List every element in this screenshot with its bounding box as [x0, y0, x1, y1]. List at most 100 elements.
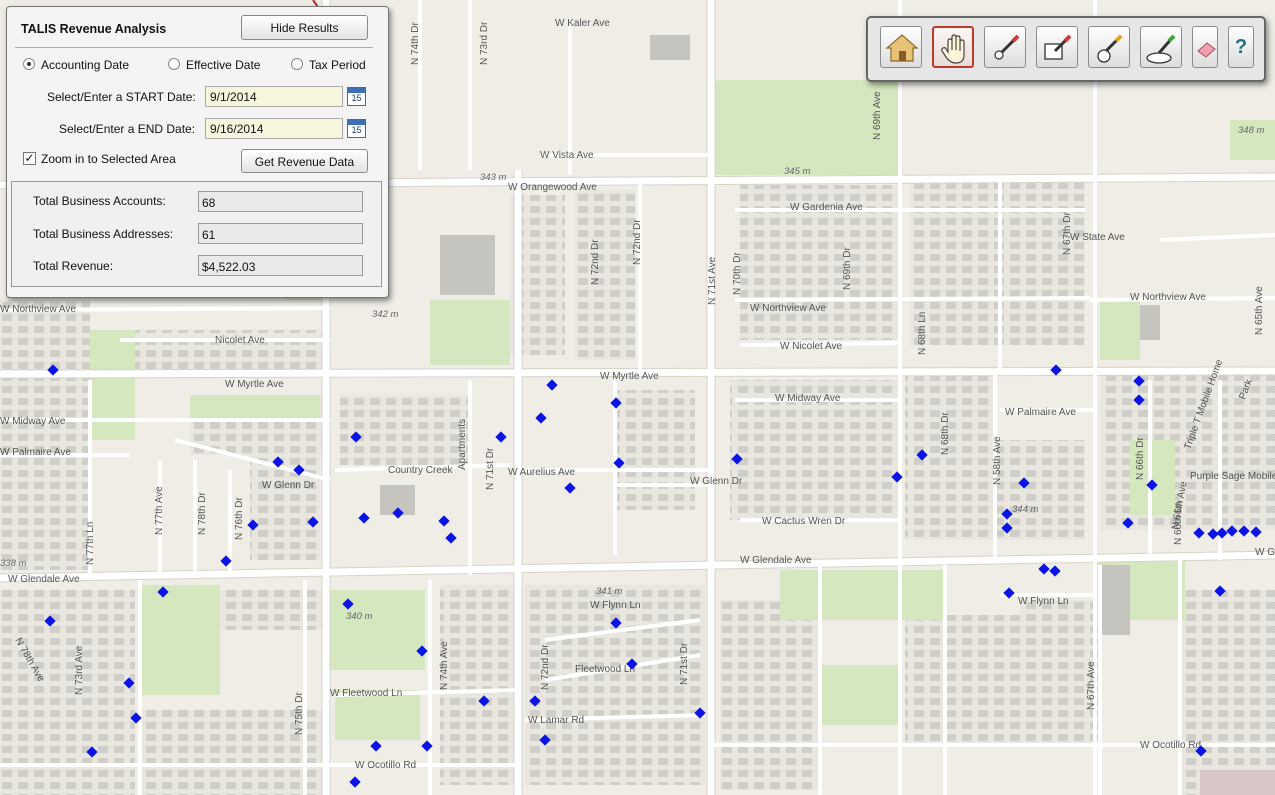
street-label: W Orangewood Ave	[508, 182, 597, 193]
street-label: N 67th Dr	[1062, 212, 1073, 255]
zoom-label: Zoom in to Selected Area	[41, 152, 176, 166]
street-label: W Glendale Ave	[740, 555, 812, 566]
street-label: W Myrtle Ave	[225, 379, 284, 390]
elevation-label: 342 m	[372, 309, 398, 320]
street-label: N 58th Ave	[992, 436, 1003, 485]
street-label: W Lamar Rd	[528, 715, 584, 726]
help-button[interactable]: ?	[1228, 26, 1254, 68]
street-label: N 74th Ave	[439, 641, 450, 690]
elevation-label: 340 m	[346, 611, 372, 622]
street-label: W Flynn Ln	[590, 600, 641, 611]
street-label: N 72nd Dr	[540, 644, 551, 690]
draw-point-button[interactable]	[984, 26, 1026, 68]
street-label: N 71st Dr	[485, 447, 496, 490]
eraser-button[interactable]	[1192, 26, 1218, 68]
eraser-icon	[1197, 42, 1216, 58]
street-label: N 73rd Dr	[479, 21, 490, 65]
street-label: N 76th Dr	[234, 497, 245, 540]
start-calendar-icon[interactable]: 15	[347, 87, 366, 106]
street-label: W Northview Ave	[1130, 292, 1206, 303]
street-label: Country Creek	[388, 465, 453, 476]
draw-circle-button[interactable]	[1088, 26, 1130, 68]
street-label: W State Ave	[1070, 232, 1125, 243]
accounting-date-radio[interactable]	[23, 58, 35, 70]
elevation-label: 344 m	[1012, 504, 1038, 515]
help-icon: ?	[1234, 36, 1248, 58]
get-revenue-data-button[interactable]: Get Revenue Data	[241, 149, 368, 173]
street-label: W Glenn Dr	[690, 476, 743, 487]
start-date-input[interactable]	[205, 86, 343, 107]
street-label: N 70th Dr	[732, 252, 743, 295]
draw-polygon-button[interactable]	[1140, 26, 1182, 68]
street-label: N 67th Ave	[1086, 661, 1097, 710]
street-label: W Palmaire Ave	[1005, 407, 1076, 418]
street-label: N 69th Dr	[842, 247, 853, 290]
street-label: Nicolet Ave	[215, 335, 265, 346]
street-label: N 72nd Dr	[590, 239, 601, 285]
hide-results-button[interactable]: Hide Results	[241, 15, 368, 40]
home-button[interactable]	[880, 26, 922, 68]
street-label: W Fleetwood Ln	[330, 688, 402, 699]
pan-button[interactable]	[932, 26, 974, 68]
draw-rectangle-icon	[1044, 34, 1072, 60]
street-label: W Gle	[1255, 547, 1275, 558]
draw-rectangle-button[interactable]	[1036, 26, 1078, 68]
street-label: W Cactus Wren Dr	[762, 516, 846, 527]
revenue-analysis-panel: TALIS Revenue Analysis Hide Results Acco…	[6, 6, 389, 298]
map-toolbar: ?	[866, 16, 1266, 82]
elevation-label: 345 m	[784, 166, 810, 177]
tax-period-radio[interactable]	[291, 58, 303, 70]
street-label: N 78th Dr	[197, 492, 208, 535]
home-icon	[885, 34, 919, 62]
street-label: W Vista Ave	[540, 150, 594, 161]
street-label: W Myrtle Ave	[600, 371, 659, 382]
street-label: N 72nd Dr	[632, 219, 643, 265]
effective-date-label: Effective Date	[186, 58, 261, 72]
street-label: W Glendale Ave	[8, 574, 80, 585]
end-date-input[interactable]	[205, 118, 343, 139]
street-label: W Palmaire Ave	[0, 447, 71, 458]
street-label: N 73rd Ave	[74, 645, 85, 695]
draw-point-icon	[994, 34, 1020, 60]
accounts-value: 68	[198, 191, 363, 212]
elevation-label: 341 m	[596, 586, 622, 597]
elevation-label: 348 m	[1238, 125, 1264, 136]
results-box: Total Business Accounts: 68 Total Busine…	[11, 181, 382, 287]
end-calendar-icon[interactable]: 15	[347, 119, 366, 138]
zoom-checkbox[interactable]: ✓	[23, 152, 36, 165]
panel-title: TALIS Revenue Analysis	[21, 22, 167, 36]
end-date-label: Select/Enter a END Date:	[59, 122, 196, 136]
street-label: N 68th Dr	[940, 412, 951, 455]
street-label: W Gardenia Ave	[790, 202, 863, 213]
street-label: N 75th Dr	[294, 692, 305, 735]
street-label: N 74th Dr	[410, 22, 421, 65]
street-label: N 65th Ave	[1254, 286, 1265, 335]
divider	[15, 47, 373, 48]
effective-date-radio[interactable]	[168, 58, 180, 70]
street-label: W Ocotillo Rd	[355, 760, 416, 771]
street-label: W Kaler Ave	[555, 18, 610, 29]
street-label: W Nicolet Ave	[780, 341, 842, 352]
street-label: N 71st Dr	[679, 642, 690, 685]
pan-hand-icon	[941, 34, 965, 64]
elevation-label: 343 m	[480, 172, 506, 183]
street-label: W Midway Ave	[0, 416, 66, 427]
street-label: W Flynn Ln	[1018, 596, 1069, 607]
street-label: Apartments	[457, 419, 468, 470]
street-label: Purple Sage Mobile	[1190, 471, 1275, 482]
street-label: N 77th Ave	[154, 486, 165, 535]
accounts-label: Total Business Accounts:	[33, 194, 166, 208]
draw-circle-icon	[1097, 34, 1123, 63]
street-label: N 68th Ln	[917, 312, 928, 355]
revenue-label: Total Revenue:	[33, 259, 114, 273]
street-label: W Ocotillo Rd	[1140, 740, 1201, 751]
street-label: W Aurelius Ave	[508, 467, 576, 478]
addresses-value: 61	[198, 223, 363, 244]
draw-polygon-icon	[1146, 34, 1176, 64]
street-label: Fleetwood Ln	[575, 664, 635, 675]
addresses-label: Total Business Addresses:	[33, 227, 174, 241]
tax-period-label: Tax Period	[309, 58, 366, 72]
elevation-label: 338 m	[0, 558, 26, 569]
street-label: N 77th Ln	[85, 522, 96, 565]
street-label: N 69th Ave	[872, 91, 883, 140]
